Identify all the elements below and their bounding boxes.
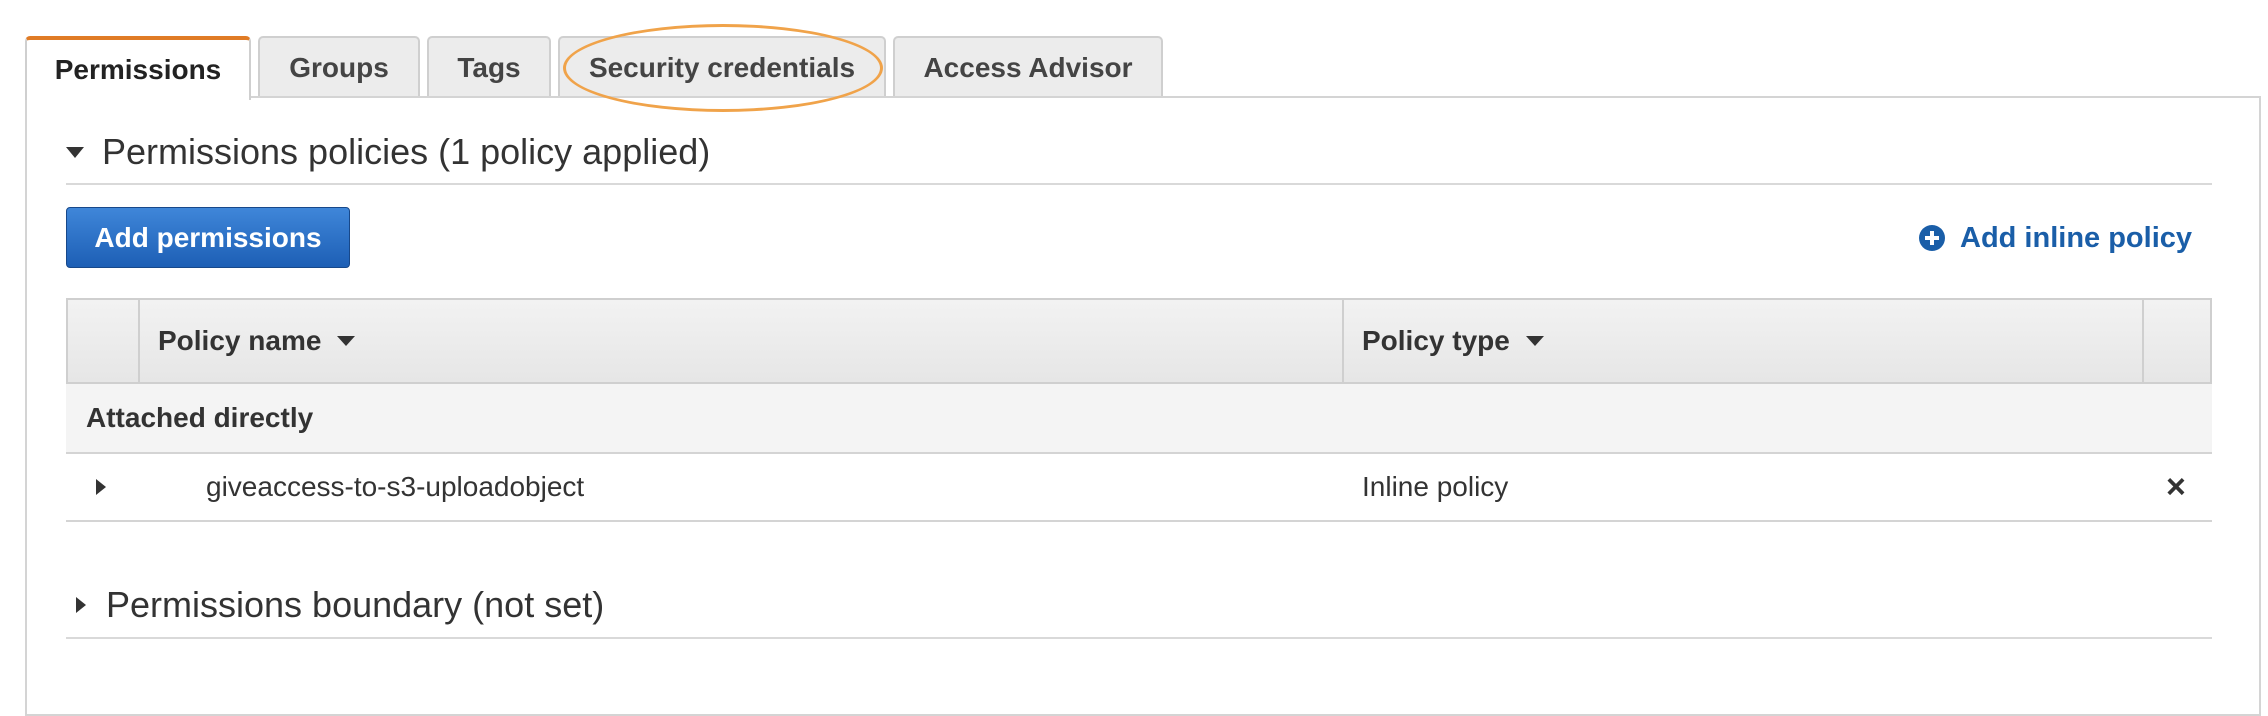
tab-access-advisor-label: Access Advisor [923,52,1133,83]
tab-access-advisor[interactable]: Access Advisor [893,36,1163,98]
column-label-policy-name: Policy name [158,325,322,356]
tab-permissions[interactable]: Permissions [25,36,251,100]
permissions-policies-title: Permissions policies (1 policy applied) [102,131,711,172]
sort-caret-icon [1525,336,1544,346]
group-label: Attached directly [86,402,314,433]
tab-security-credentials[interactable]: Security credentials [558,36,886,98]
policies-table-header: Policy name Policy type [66,298,2212,384]
section-divider [66,183,2212,185]
remove-policy-icon[interactable]: × [2166,468,2186,507]
caret-right-icon [76,597,86,613]
tab-tags-label: Tags [457,52,521,83]
permissions-policies-header[interactable]: Permissions policies (1 policy applied) [66,128,710,176]
column-label-policy-type: Policy type [1362,325,1510,356]
permissions-boundary-header[interactable]: Permissions boundary (not set) [76,581,604,629]
section-divider [66,637,2212,639]
policy-type-cell: Inline policy [1362,471,1509,502]
row-expand-toggle[interactable] [96,454,106,520]
plus-circle-icon [1919,225,1945,251]
sort-caret-icon [337,336,356,346]
caret-down-icon [66,146,84,158]
column-header-policy-type[interactable]: Policy type [1362,300,1544,382]
column-header-policy-name[interactable]: Policy name [158,300,356,382]
tab-groups[interactable]: Groups [258,36,420,98]
add-inline-policy-label: Add inline policy [1960,221,2193,254]
caret-right-icon [96,479,106,495]
table-group-row: Attached directly [66,384,2212,454]
tab-groups-label: Groups [289,52,389,83]
policy-name-cell[interactable]: giveaccess-to-s3-uploadobject [206,471,584,503]
add-permissions-label: Add permissions [94,221,322,253]
tab-permissions-label: Permissions [54,54,222,85]
permissions-boundary-title: Permissions boundary (not set) [106,584,605,625]
tab-security-credentials-label: Security credentials [588,52,856,83]
tab-tags[interactable]: Tags [427,36,551,98]
add-inline-policy-link[interactable]: Add inline policy [1918,218,2192,258]
add-permissions-button[interactable]: Add permissions [66,207,350,268]
table-row: giveaccess-to-s3-uploadobject Inline pol… [66,454,2212,522]
